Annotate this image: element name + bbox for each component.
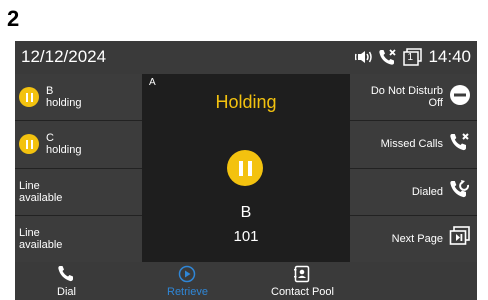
next-page-icon [449,226,471,251]
linekey-available-1[interactable]: Line available [15,168,142,216]
retrieve-softkey-label: Retrieve [167,286,208,298]
dnd-label: Do Not Disturb [370,85,443,98]
missed-calls-key[interactable]: Missed Calls [350,121,477,169]
step-number: 2 [7,6,20,31]
contact-pool-softkey[interactable]: Contact Pool [271,265,334,298]
status-bar: 12/12/2024 1 14:40 [15,41,477,74]
handset-icon [57,265,75,286]
linekey-name: C [46,132,54,145]
hold-icon [227,150,263,186]
contacts-icon [293,265,311,286]
call-line-id: A [149,77,156,88]
hold-icon [19,134,39,155]
missed-call-icon [378,48,398,66]
right-keys: Do Not Disturb Off Missed Calls Dialed Ne… [350,74,477,262]
next-page-key[interactable]: Next Page [350,215,477,262]
phone-screen: 12/12/2024 1 14:40 Bholding Cholding Lin… [15,41,477,300]
linekey-name: Line [19,226,40,239]
dnd-icon [449,84,471,111]
status-time: 14:40 [428,47,471,66]
linekey-status: available [19,238,63,251]
linekey-b-holding[interactable]: Bholding [15,74,142,122]
hold-icon [19,87,39,108]
left-linekeys: Bholding Cholding Line available Line avai… [15,74,142,262]
linekey-c-holding[interactable]: Cholding [15,121,142,169]
caller-name: B [240,204,252,221]
linekey-name: Line [19,179,40,192]
call-panel: A Holding B 101 [142,74,350,262]
dial-softkey-label: Dial [57,286,76,298]
dial-softkey[interactable]: Dial [57,265,76,298]
softkey-bar: Dial Retrieve Contact Pool [15,262,477,300]
speaker-icon [355,49,373,65]
status-date: 12/12/2024 [21,47,107,66]
missed-calls-label: Missed Calls [380,138,443,151]
call-state: Holding [215,92,277,112]
linekey-status: holding [46,97,82,110]
linekey-status: holding [46,144,82,157]
caller-number: 101 [233,228,259,245]
play-icon [178,265,196,286]
missed-calls-icon [449,132,471,157]
dnd-state: Off [428,97,443,110]
linekey-available-2[interactable]: Line available [15,215,142,262]
dnd-key[interactable]: Do Not Disturb Off [350,74,477,122]
dialed-label: Dialed [411,185,443,198]
status-right: 1 14:40 [355,47,471,67]
dialed-key[interactable]: Dialed [350,168,477,216]
contact-pool-softkey-label: Contact Pool [271,286,334,298]
line-one-badge: 1 [407,52,414,63]
dialed-icon [449,179,471,204]
retrieve-softkey[interactable]: Retrieve [167,265,208,298]
next-page-label: Next Page [391,232,443,245]
linekey-name: B [46,85,54,98]
linekey-status: available [19,191,63,204]
line-one-icon: 1 [403,48,423,66]
